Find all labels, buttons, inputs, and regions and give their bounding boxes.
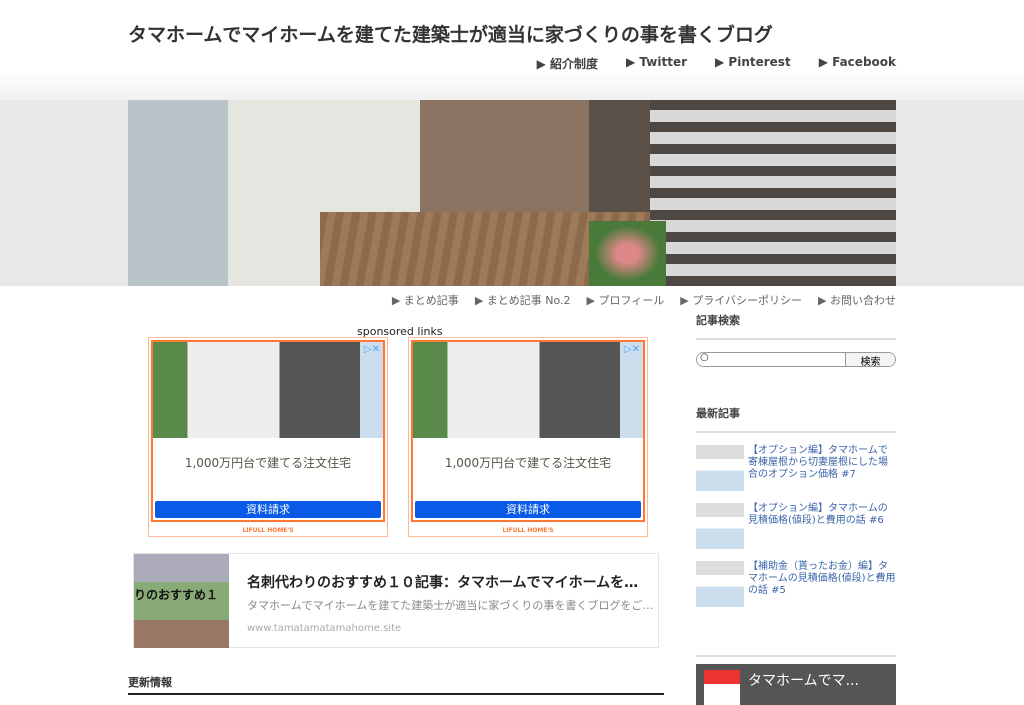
list-item[interactable]: 【オプション編】タマホームの見積価格(値段)と費用の話 #6	[696, 503, 896, 549]
card-url: www.tamatamatamahome.site	[247, 623, 402, 634]
post-link[interactable]: 【オプション編】タマホームで寄棟屋根から切妻屋根にした場合のオプション価格 #7	[748, 445, 896, 491]
nav-privacy[interactable]: ▶ プライバシーポリシー	[680, 292, 802, 308]
top-nav: ▶ 紹介制度 ▶ Twitter ▶ Pinterest ▶ Facebook	[537, 55, 896, 72]
ad-request-button[interactable]: 資料請求	[155, 501, 381, 518]
hero-image	[128, 100, 896, 286]
adchoices-icon[interactable]: ▷✕	[624, 344, 640, 355]
ad-logo: LIFULL HOME'S	[242, 527, 294, 534]
sub-nav: ▶ まとめ記事 ▶ まとめ記事 No.2 ▶ プロフィール ▶ プライバシーポリ…	[392, 292, 896, 308]
nav-facebook[interactable]: ▶ Facebook	[819, 55, 896, 72]
adchoices-icon[interactable]: ▷✕	[364, 344, 380, 355]
nav-profile[interactable]: ▶ プロフィール	[587, 292, 665, 308]
divider	[696, 655, 896, 657]
recent-heading: 最新記事	[696, 405, 896, 433]
ad-image	[153, 342, 383, 438]
search-heading: 記事検索	[696, 312, 896, 340]
ad-banner[interactable]: ▷✕ 1,000万円台で建てる注文住宅 資料請求 LIFULL HOME'S	[408, 337, 648, 537]
divider	[128, 693, 664, 695]
site-title[interactable]: タマホームでマイホームを建てた建築士が適当に家づくりの事を書くブログ	[128, 20, 773, 47]
search-icon: ○	[700, 352, 709, 363]
post-thumbnail[interactable]	[696, 445, 744, 491]
ad-logo: LIFULL HOME'S	[502, 527, 554, 534]
post-link[interactable]: 【オプション編】タマホームの見積価格(値段)と費用の話 #6	[748, 503, 896, 549]
post-thumbnail[interactable]	[696, 561, 744, 607]
nav-twitter[interactable]: ▶ Twitter	[626, 55, 687, 72]
search-input[interactable]	[697, 353, 845, 366]
ad-request-button[interactable]: 資料請求	[415, 501, 641, 518]
card-description: タマホームでマイホームを建てた建築士が適当に家づくりの事を書くブログをご…	[247, 599, 654, 612]
sidebar-search: 記事検索 ○ 検索	[696, 312, 896, 367]
list-item[interactable]: 【オプション編】タマホームで寄棟屋根から切妻屋根にした場合のオプション価格 #7	[696, 445, 896, 491]
ad-image	[413, 342, 643, 438]
nav-contact[interactable]: ▶ お問い合わせ	[818, 292, 896, 308]
card-title[interactable]: 名刺代わりのおすすめ１０記事：タマホームでマイホームを…	[247, 572, 638, 592]
ad-text: 1,000万円台で建てる注文住宅	[444, 456, 612, 470]
update-heading: 更新情報	[128, 676, 172, 689]
widget-title: タマホームでマ...	[748, 673, 859, 689]
nav-referral[interactable]: ▶ 紹介制度	[537, 55, 598, 72]
blog-card[interactable]: りのおすすめ１ 名刺代わりのおすすめ１０記事：タマホームでマイホームを… タマホ…	[133, 553, 659, 648]
card-thumbnail: りのおすすめ１	[134, 554, 229, 648]
profile-widget[interactable]: タマホームでマ...	[696, 664, 896, 705]
post-thumbnail[interactable]	[696, 503, 744, 549]
house-icon	[704, 670, 740, 705]
header	[0, 0, 1024, 100]
list-item[interactable]: 【補助金（貰ったお金）編】タマホームの見積価格(値段)と費用の話 #5	[696, 561, 896, 607]
nav-pinterest[interactable]: ▶ Pinterest	[715, 55, 791, 72]
search-button[interactable]: 検索	[845, 353, 895, 366]
sidebar-recent: 最新記事 【オプション編】タマホームで寄棟屋根から切妻屋根にした場合のオプション…	[696, 405, 896, 657]
nav-summary[interactable]: ▶ まとめ記事	[392, 292, 459, 308]
ad-banner[interactable]: ▷✕ 1,000万円台で建てる注文住宅 資料請求 LIFULL HOME'S	[148, 337, 388, 537]
nav-summary-2[interactable]: ▶ まとめ記事 No.2	[475, 292, 571, 308]
ad-text: 1,000万円台で建てる注文住宅	[184, 456, 352, 470]
post-link[interactable]: 【補助金（貰ったお金）編】タマホームの見積価格(値段)と費用の話 #5	[748, 561, 896, 607]
